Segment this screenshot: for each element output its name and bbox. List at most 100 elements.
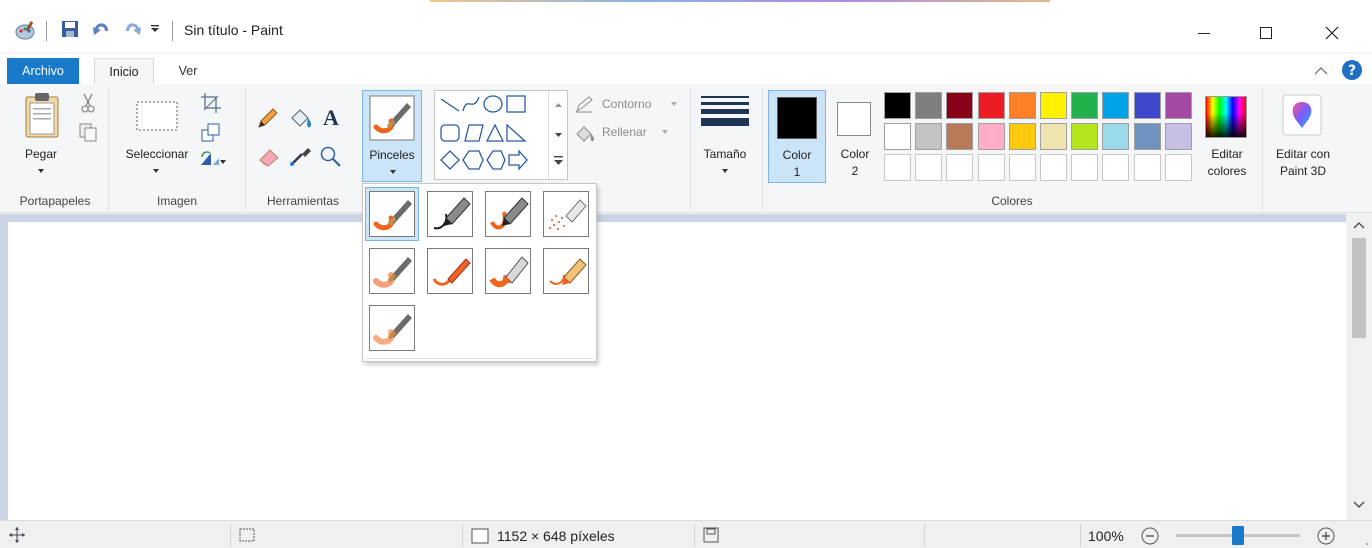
- brush-option-crayon[interactable]: [423, 244, 477, 298]
- paste-icon[interactable]: [24, 92, 60, 138]
- shapes-scroller[interactable]: [548, 91, 567, 179]
- pencil-icon[interactable]: [256, 106, 280, 130]
- edit-with-paint3d-button[interactable]: Editar con Paint 3D: [1264, 90, 1342, 183]
- palette-color-swatch[interactable]: [915, 123, 942, 150]
- color2-button[interactable]: Color 2: [828, 90, 882, 183]
- palette-color-swatch[interactable]: [946, 92, 973, 119]
- crayon-icon: [427, 248, 473, 294]
- edit-colors-button[interactable]: Editar colores: [1198, 90, 1256, 183]
- palette-color-swatch[interactable]: [1009, 92, 1036, 119]
- palette-color-swatch[interactable]: [1040, 92, 1067, 119]
- color1-button[interactable]: Color 1: [768, 90, 826, 183]
- resize-icon[interactable]: [200, 122, 222, 144]
- brush-option-calligraphy-2[interactable]: [481, 187, 535, 241]
- palette-custom-swatch[interactable]: [1040, 154, 1067, 181]
- brush-option-airbrush[interactable]: [539, 187, 593, 241]
- tab-inicio[interactable]: Inicio: [94, 58, 154, 85]
- paste-dropdown-caret[interactable]: [38, 169, 44, 173]
- brush-option-pencil[interactable]: [539, 244, 593, 298]
- rotate-icon[interactable]: [198, 148, 228, 170]
- cut-icon[interactable]: [78, 92, 98, 114]
- color1-swatch: [777, 97, 817, 139]
- paste-button[interactable]: Pegar: [20, 146, 62, 163]
- drawing-canvas[interactable]: [8, 222, 1346, 520]
- palette-color-swatch[interactable]: [884, 123, 911, 150]
- help-icon[interactable]: ?: [1340, 58, 1364, 82]
- brush-option-calligraphy-1[interactable]: [423, 187, 477, 241]
- select-dropdown-caret[interactable]: [153, 169, 159, 173]
- resize-grip-icon[interactable]: [1358, 535, 1370, 547]
- palette-custom-swatch[interactable]: [1102, 154, 1129, 181]
- crop-icon[interactable]: [200, 92, 222, 114]
- copy-icon[interactable]: [78, 122, 98, 144]
- minimize-button[interactable]: [1181, 18, 1227, 48]
- save-icon[interactable]: [61, 20, 79, 38]
- brushes-dropdown: [362, 183, 597, 362]
- collapse-ribbon-icon[interactable]: [1314, 66, 1328, 76]
- select-icon[interactable]: [134, 98, 180, 134]
- palette-color-swatch[interactable]: [978, 123, 1005, 150]
- size-dropdown-caret[interactable]: [722, 169, 728, 173]
- vertical-scrollbar[interactable]: [1346, 214, 1372, 520]
- palette-color-swatch[interactable]: [884, 92, 911, 119]
- size-icon[interactable]: [700, 94, 750, 134]
- undo-icon[interactable]: [92, 20, 112, 38]
- palette-custom-swatch[interactable]: [1134, 154, 1161, 181]
- magnifier-icon[interactable]: [318, 144, 344, 168]
- palette-custom-swatch[interactable]: [884, 154, 911, 181]
- palette-color-swatch[interactable]: [1040, 123, 1067, 150]
- brush-option-oil[interactable]: [365, 244, 419, 298]
- palette-color-swatch[interactable]: [1165, 123, 1192, 150]
- brushes-button[interactable]: Pinceles: [362, 90, 422, 182]
- palette-color-swatch[interactable]: [1102, 123, 1129, 150]
- palette-color-swatch[interactable]: [1071, 92, 1098, 119]
- paint-app-icon[interactable]: [14, 20, 36, 40]
- palette-custom-swatch[interactable]: [915, 154, 942, 181]
- zoom-in-icon[interactable]: [1316, 526, 1336, 546]
- palette-color-swatch[interactable]: [1102, 92, 1129, 119]
- zoom-out-icon[interactable]: [1140, 526, 1160, 546]
- brush-option-brush[interactable]: [365, 187, 419, 241]
- outline-button[interactable]: Contorno: [602, 96, 664, 113]
- scroll-up-icon[interactable]: [1353, 220, 1365, 230]
- palette-custom-swatch[interactable]: [1071, 154, 1098, 181]
- shapes-gallery[interactable]: [434, 90, 568, 180]
- fill-shape-button[interactable]: Rellenar: [602, 124, 664, 141]
- palette-custom-swatch[interactable]: [1165, 154, 1192, 181]
- outline-icon[interactable]: [574, 96, 594, 114]
- text-icon[interactable]: A: [318, 104, 344, 130]
- palette-color-swatch[interactable]: [1009, 123, 1036, 150]
- eraser-icon[interactable]: [256, 144, 282, 168]
- fill-shape-icon[interactable]: [574, 124, 596, 142]
- palette-custom-swatch[interactable]: [946, 154, 973, 181]
- color-picker-icon[interactable]: [288, 144, 314, 168]
- maximize-button[interactable]: [1243, 18, 1289, 48]
- palette-color-swatch[interactable]: [1071, 123, 1098, 150]
- palette-custom-swatch[interactable]: [978, 154, 1005, 181]
- fill-icon[interactable]: [288, 106, 314, 130]
- zoom-slider[interactable]: [1176, 526, 1300, 545]
- outline-dropdown-caret[interactable]: [671, 102, 677, 106]
- scroll-down-icon[interactable]: [1353, 500, 1365, 510]
- palette-color-swatch[interactable]: [915, 92, 942, 119]
- tab-ver[interactable]: Ver: [170, 58, 206, 84]
- size-button[interactable]: Tamaño: [694, 146, 756, 163]
- zoom-slider-thumb[interactable]: [1232, 526, 1244, 545]
- palette-color-swatch[interactable]: [946, 123, 973, 150]
- tab-archivo[interactable]: Archivo: [7, 58, 79, 84]
- scroll-thumb[interactable]: [1352, 238, 1366, 338]
- palette-color-swatch[interactable]: [978, 92, 1005, 119]
- fill-shape-dropdown-caret[interactable]: [662, 130, 668, 134]
- brush-option-marker[interactable]: [481, 244, 535, 298]
- palette-color-swatch[interactable]: [1165, 92, 1192, 119]
- brush-option-watercolor[interactable]: [365, 301, 419, 355]
- palette-custom-swatch[interactable]: [1009, 154, 1036, 181]
- customize-qat-icon[interactable]: [150, 24, 160, 34]
- file-size-icon: [703, 527, 719, 543]
- palette-color-swatch[interactable]: [1134, 92, 1161, 119]
- palette-color-swatch[interactable]: [1134, 123, 1161, 150]
- redo-icon[interactable]: [122, 20, 142, 38]
- status-separator: [1080, 524, 1081, 546]
- close-button[interactable]: [1309, 18, 1355, 48]
- select-button[interactable]: Seleccionar: [116, 146, 198, 163]
